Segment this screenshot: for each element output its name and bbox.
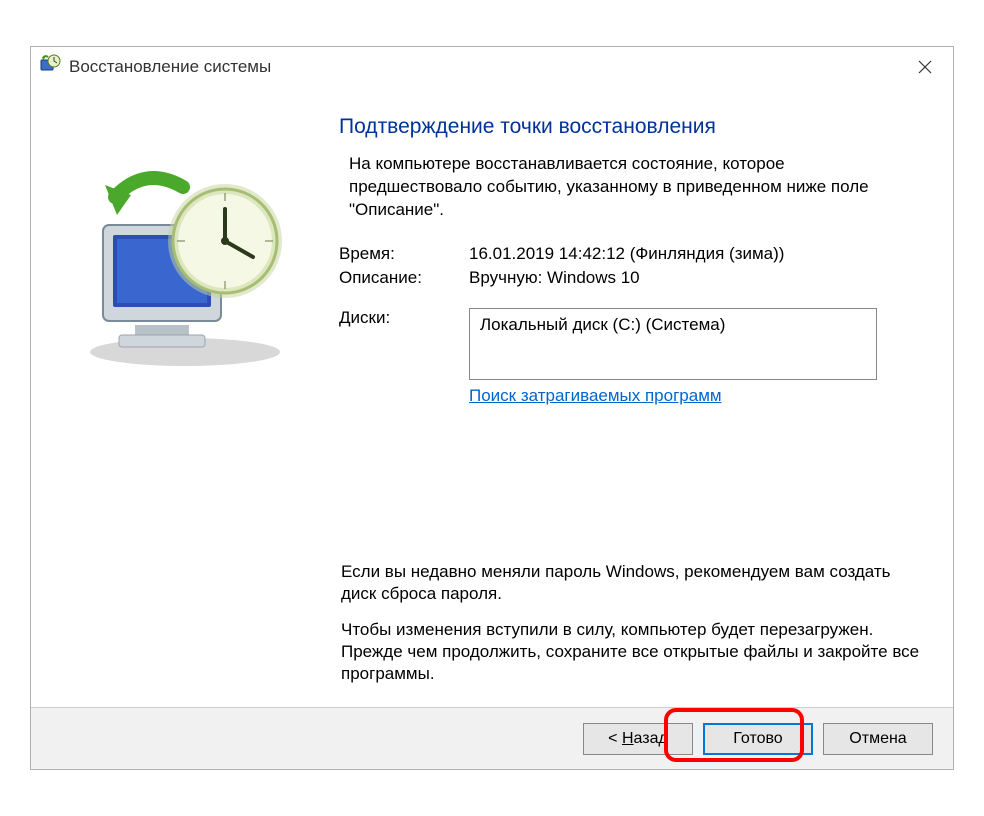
back-button[interactable]: < Назад [583, 723, 693, 755]
system-restore-wizard: Восстановление системы [30, 46, 954, 770]
close-button[interactable] [897, 47, 953, 87]
disk-item[interactable]: Локальный диск (C:) (Система) [480, 315, 866, 335]
window-title: Восстановление системы [69, 57, 271, 77]
restore-illustration-icon [75, 157, 295, 377]
wizard-footer: < Назад Готово Отмена [31, 707, 953, 769]
restart-note: Чтобы изменения вступили в силу, компьют… [341, 619, 929, 685]
disks-listbox[interactable]: Локальный диск (C:) (Система) [469, 308, 877, 380]
page-heading: Подтверждение точки восстановления [339, 115, 929, 139]
titlebar[interactable]: Восстановление системы [31, 47, 953, 87]
wizard-sidebar [41, 97, 329, 705]
description-value: Вручную: Windows 10 [469, 268, 929, 288]
scan-affected-programs-link[interactable]: Поиск затрагиваемых программ [469, 386, 722, 406]
intro-text: На компьютере восстанавливается состояни… [349, 153, 909, 222]
system-restore-icon [39, 54, 61, 81]
disks-label: Диски: [339, 308, 469, 328]
close-icon [918, 60, 932, 74]
time-label: Время: [339, 244, 469, 264]
description-label: Описание: [339, 268, 469, 288]
password-note: Если вы недавно меняли пароль Windows, р… [341, 561, 929, 605]
cancel-button[interactable]: Отмена [823, 723, 933, 755]
time-value: 16.01.2019 14:42:12 (Финляндия (зима)) [469, 244, 929, 264]
finish-button[interactable]: Готово [703, 723, 813, 755]
